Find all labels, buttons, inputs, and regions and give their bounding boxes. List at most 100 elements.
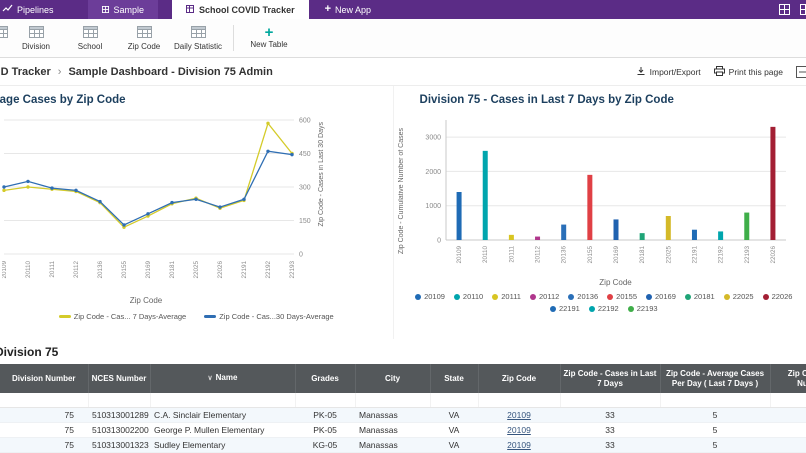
table-row[interactable]: 75 510313001289 C.A. Sinclair Elementary PK… xyxy=(0,407,806,423)
toolbar-item-clipped[interactable] xyxy=(0,25,9,51)
bar[interactable] xyxy=(769,126,775,240)
data-point[interactable] xyxy=(2,188,6,193)
legend-label: 20111 xyxy=(501,292,521,301)
tab-sample[interactable]: Sample xyxy=(87,0,159,19)
bar[interactable] xyxy=(534,236,540,240)
toolbar-item-division[interactable]: Division xyxy=(9,25,63,51)
data-point[interactable] xyxy=(50,186,54,190)
column-header[interactable]: NCES Number xyxy=(88,364,151,393)
x-tick-label: 22192 xyxy=(265,261,272,279)
legend-item[interactable]: 20136 xyxy=(568,292,598,301)
legend-marker xyxy=(58,315,71,318)
tab-school-covid-tracker[interactable]: School COVID Tracker xyxy=(172,0,309,19)
apps-grid-icon[interactable] xyxy=(779,4,790,15)
table-row[interactable]: 75 510313001323 Sudley Elementary KG-05 Mana… xyxy=(0,437,806,453)
legend-item[interactable]: 22026 xyxy=(762,292,792,301)
zip-link[interactable]: 20109 xyxy=(507,425,531,435)
data-point[interactable] xyxy=(170,200,174,205)
column-header[interactable]: ∨ Name xyxy=(150,364,296,393)
filter-cell xyxy=(355,393,431,408)
legend-item[interactable]: 22025 xyxy=(723,292,754,301)
data-point[interactable] xyxy=(290,152,294,157)
column-header[interactable]: Zip Code - Cases in Last 7 Days xyxy=(560,364,661,393)
legend-item[interactable]: 20109 xyxy=(415,292,445,301)
data-point[interactable] xyxy=(218,205,222,209)
cell: 33 xyxy=(560,407,660,423)
legend-item[interactable]: 20111 xyxy=(492,292,521,301)
zip-link[interactable]: 20109 xyxy=(507,440,531,450)
import-export-button[interactable]: Import/Export xyxy=(636,66,701,78)
data-point[interactable] xyxy=(194,197,198,201)
data-point[interactable] xyxy=(266,149,270,153)
bar[interactable] xyxy=(665,216,671,240)
data-point[interactable] xyxy=(146,212,150,216)
data-point[interactable] xyxy=(2,185,6,189)
account-icon[interactable] xyxy=(800,4,806,15)
legend-label: 20136 xyxy=(577,292,599,301)
legend-label: Zip Code - Cas... 7 Days-Average xyxy=(73,312,187,321)
x-tick-label: 20155 xyxy=(121,261,128,279)
toolbar-item-school[interactable]: School xyxy=(63,25,117,51)
legend-item[interactable]: 22192 xyxy=(588,304,619,313)
new-table-button[interactable]: + New Table xyxy=(242,25,296,49)
line-chart-legend: Zip Code - Cas... 7 Days-Average Zip Code… xyxy=(10,312,383,321)
filter-cell xyxy=(150,393,296,408)
column-header[interactable]: Zip Code xyxy=(478,364,561,393)
column-header[interactable]: Zip Code - Cumulative Number of Cases xyxy=(770,364,806,393)
legend-label: 20110 xyxy=(462,292,484,301)
bar[interactable] xyxy=(717,231,723,240)
column-header[interactable]: City xyxy=(355,364,431,393)
line-chart-svg[interactable]: 0 150 300 450 600 20109 20110 20111 20112 20136 20… xyxy=(2,112,344,294)
data-point[interactable] xyxy=(26,185,30,189)
legend-item[interactable]: 20112 xyxy=(529,292,559,301)
bar[interactable] xyxy=(560,224,566,240)
zip-link[interactable]: 20109 xyxy=(507,410,531,420)
legend-item[interactable]: 20181 xyxy=(684,292,715,301)
bar[interactable] xyxy=(639,233,645,240)
data-point[interactable] xyxy=(242,197,246,201)
legend-label: 22192 xyxy=(597,304,619,313)
column-header[interactable]: Zip Code - Average Cases Per Day ( Last … xyxy=(660,364,771,393)
page-options-icon[interactable] xyxy=(796,65,806,78)
table-row[interactable]: 75 510313002200 George P. Mullen Elementar… xyxy=(0,422,806,438)
bar[interactable] xyxy=(613,219,619,240)
new-app-button[interactable]: + New App xyxy=(325,0,371,19)
bar[interactable] xyxy=(691,229,697,240)
line-series[interactable] xyxy=(3,121,293,228)
cell: Manassas xyxy=(355,407,430,423)
legend-item[interactable]: 22193 xyxy=(627,304,658,313)
data-point[interactable] xyxy=(122,223,126,227)
toolbar-item-daily-statistic[interactable]: Daily Statistic xyxy=(171,25,225,51)
legend-item[interactable]: 20155 xyxy=(607,292,637,301)
data-point[interactable] xyxy=(26,179,30,184)
bar[interactable] xyxy=(586,174,592,240)
legend-marker xyxy=(204,315,217,318)
legend-item[interactable]: Zip Code - Cas... 7 Days-Average xyxy=(58,312,187,321)
tables-toolbar: Division School Zip Code Daily Statistic + … xyxy=(0,19,806,58)
legend-marker xyxy=(568,293,575,300)
column-header[interactable]: Division Number xyxy=(0,364,89,393)
bar[interactable] xyxy=(743,212,749,240)
cell: PK-05 xyxy=(295,407,355,423)
print-page-button[interactable]: Print this page xyxy=(713,65,783,78)
bar-chart-svg[interactable]: 0 1000 2000 3000 20109 20110 20111 20112 20136 20… xyxy=(408,112,792,276)
bar[interactable] xyxy=(456,192,462,240)
brand[interactable]: Pipelines xyxy=(0,0,62,19)
data-point[interactable] xyxy=(266,121,270,126)
column-header[interactable]: State xyxy=(430,364,479,393)
toolbar-item-zip-code[interactable]: Zip Code xyxy=(117,25,171,51)
filter-cell xyxy=(478,393,561,408)
data-point[interactable] xyxy=(98,199,102,204)
breadcrumb-root[interactable]: School COVID Tracker xyxy=(0,66,51,78)
bar[interactable] xyxy=(482,150,488,240)
legend-item[interactable]: 20110 xyxy=(453,292,484,301)
column-header[interactable]: Grades xyxy=(295,364,356,393)
filter-row xyxy=(0,393,806,408)
x-axis-label: Zip Code xyxy=(599,278,632,287)
data-point[interactable] xyxy=(74,188,78,193)
legend-item[interactable]: 20169 xyxy=(646,292,676,301)
legend-item[interactable]: Zip Code - Cas...30 Days-Average xyxy=(204,312,334,321)
legend-item[interactable]: 22191 xyxy=(549,304,580,313)
bar[interactable] xyxy=(508,234,514,240)
x-tick-label: 20136 xyxy=(560,246,567,264)
